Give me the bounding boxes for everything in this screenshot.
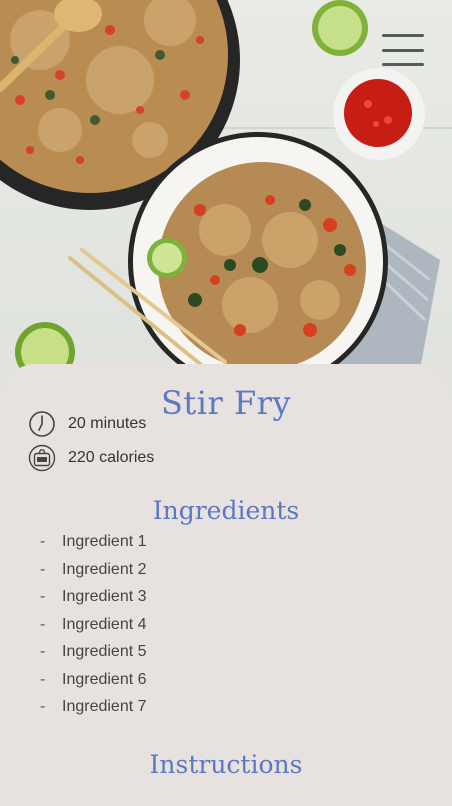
- list-item: - Ingredient 7: [40, 693, 147, 721]
- list-item: - Ingredient 5: [40, 638, 147, 666]
- calories-text: 220 calories: [68, 449, 155, 466]
- ingredients-heading: Ingredients: [152, 496, 300, 525]
- bullet-dash: -: [40, 615, 46, 633]
- kcal-scale-icon: [28, 444, 56, 472]
- ingredient-text: Ingredient 6: [62, 670, 147, 688]
- prep-time-text: 20 minutes: [68, 415, 147, 432]
- menu-button[interactable]: [382, 34, 424, 66]
- list-item: - Ingredient 3: [40, 583, 147, 611]
- bullet-dash: -: [40, 698, 46, 715]
- bullet-dash: -: [40, 588, 46, 605]
- list-item: - Ingredient 1: [40, 528, 147, 556]
- ingredient-text: Ingredient 5: [62, 643, 147, 660]
- clock-icon: [28, 410, 56, 438]
- ingredient-text: Ingredient 1: [62, 533, 147, 550]
- list-item: - Ingredient 6: [40, 666, 147, 694]
- list-item: - Ingredient 2: [40, 556, 147, 584]
- bullet-dash: -: [40, 670, 46, 688]
- recipe-card: Stir Fry 20 minutes 220 calories Ingredi…: [0, 364, 452, 806]
- calories: 220 calories: [28, 444, 154, 472]
- ingredient-text: Ingredient 7: [62, 698, 147, 715]
- list-item: - Ingredient 4: [40, 611, 147, 639]
- hero-food-image: [0, 0, 452, 400]
- ingredient-text: Ingredient 4: [62, 615, 147, 633]
- bullet-dash: -: [40, 560, 46, 578]
- bullet-dash: -: [40, 533, 46, 550]
- ingredient-text: Ingredient 3: [62, 588, 147, 605]
- instructions-heading: Instructions: [149, 750, 303, 779]
- prep-time: 20 minutes: [28, 410, 146, 438]
- ingredients-list: - Ingredient 1 - Ingredient 2 - Ingredient …: [40, 528, 147, 721]
- ingredient-text: Ingredient 2: [62, 560, 147, 578]
- hamburger-menu-icon: [382, 34, 424, 37]
- bullet-dash: -: [40, 643, 46, 660]
